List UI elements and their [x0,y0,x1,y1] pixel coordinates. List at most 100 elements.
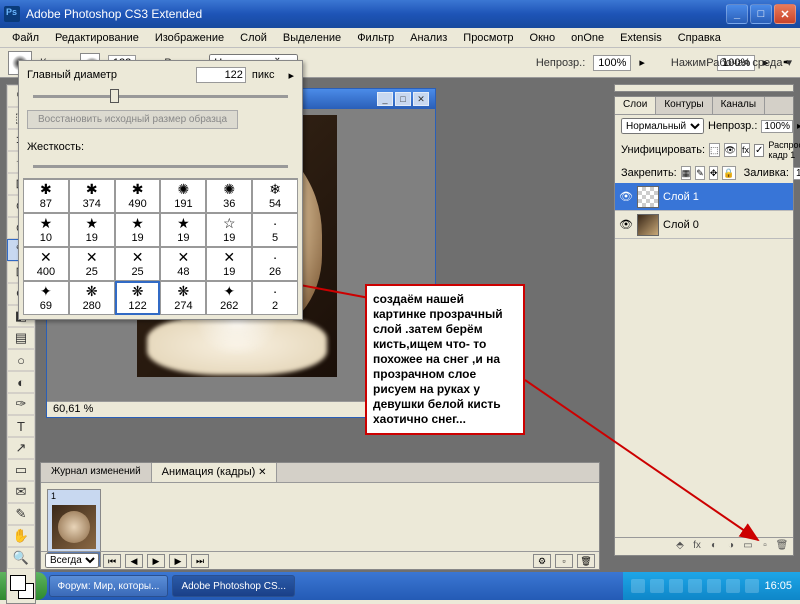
layer-opacity-value[interactable]: 100% [761,120,793,133]
panel-menu-icon[interactable]: ▸ [288,69,294,82]
hardness-slider[interactable] [33,165,288,168]
brush-preset[interactable]: ✱490 [115,179,161,213]
brush-preset[interactable]: ✕400 [23,247,69,281]
notes-tool[interactable]: ✉ [7,481,35,503]
diameter-slider[interactable] [33,95,288,98]
clock[interactable]: 16:05 [764,580,792,592]
menu-Фильтр[interactable]: Фильтр [351,30,400,46]
lock-move-icon[interactable]: ✥ [709,166,719,180]
layer-thumb[interactable] [637,186,659,208]
tray-icon[interactable] [669,579,683,593]
brush-preset[interactable]: ★19 [69,213,115,247]
brush-preset[interactable]: ★10 [23,213,69,247]
visibility-icon[interactable]: 👁 [619,190,633,203]
brush-preset[interactable]: ·2 [252,281,298,315]
taskbar-task[interactable]: Adobe Photoshop CS... [172,575,295,597]
opacity-value[interactable]: 100% [593,55,631,71]
brush-preset[interactable]: ✕25 [69,247,115,281]
unify-style-icon[interactable]: fx [741,143,750,157]
visibility-icon[interactable]: 👁 [619,218,633,231]
taskbar-task[interactable]: Форум: Мир, которы... [49,575,169,597]
delete-frame-button[interactable]: 🗑 [577,554,595,568]
menu-Изображение[interactable]: Изображение [149,30,230,46]
tray-icon[interactable] [631,579,645,593]
brush-preset[interactable]: ✱374 [69,179,115,213]
doc-minimize-button[interactable]: _ [377,92,393,106]
type-tool[interactable]: T [7,415,35,437]
minimize-button[interactable]: _ [726,4,748,24]
layer-row[interactable]: 👁 Слой 1 [615,183,793,211]
layer-thumb[interactable] [637,214,659,236]
tab-history[interactable]: Журнал изменений [41,463,152,482]
menu-onOne[interactable]: onOne [565,30,610,46]
blur-tool[interactable]: ○ [7,349,35,371]
next-frame-button[interactable]: ▶ [169,554,187,568]
lock-paint-icon[interactable]: ✎ [695,166,705,180]
restore-sample-button[interactable]: Восстановить исходный размер образца [27,110,238,129]
brush-preset[interactable]: ·5 [252,213,298,247]
menu-Просмотр[interactable]: Просмотр [457,30,519,46]
layer-group-icon[interactable]: ▭ [741,540,755,554]
lock-all-icon[interactable]: 🔒 [722,166,735,180]
layer-name[interactable]: Слой 0 [663,219,699,231]
workspace-switcher[interactable]: Рабочая среда▾ [706,56,792,69]
menu-Выделение[interactable]: Выделение [277,30,347,46]
first-frame-button[interactable]: ⏮ [103,554,121,568]
brush-preset[interactable]: ✦69 [23,281,69,315]
tab-animation[interactable]: Анимация (кадры) ✕ [152,463,278,482]
menu-Справка[interactable]: Справка [672,30,727,46]
eyedrop-tool[interactable]: ✎ [7,503,35,525]
brush-preset[interactable]: ✱87 [23,179,69,213]
path-tool[interactable]: ↗ [7,437,35,459]
new-frame-button[interactable]: ▫ [555,554,573,568]
layer-fill-value[interactable]: 100% [793,167,800,180]
layer-mask-icon[interactable]: ◐ [707,540,721,554]
brush-preset[interactable]: ★19 [115,213,161,247]
unify-vis-icon[interactable]: 👁 [724,143,737,157]
doc-maximize-button[interactable]: □ [395,92,411,106]
tray-icon[interactable] [726,579,740,593]
brush-preset[interactable]: ★19 [160,213,206,247]
prev-frame-button[interactable]: ◀ [125,554,143,568]
brush-preset[interactable]: ✺191 [160,179,206,213]
brush-preset[interactable]: ✕48 [160,247,206,281]
zoom-tool[interactable]: 🔍 [7,547,35,569]
zoom-level[interactable]: 60,61 % [53,403,93,415]
menu-Анализ[interactable]: Анализ [404,30,453,46]
adjustment-layer-icon[interactable]: ◑ [724,540,738,554]
tray-icon[interactable] [650,579,664,593]
tab-paths[interactable]: Контуры [656,97,712,114]
play-button[interactable]: ▶ [147,554,165,568]
doc-close-button[interactable]: ✕ [413,92,429,106]
layer-row[interactable]: 👁 Слой 0 [615,211,793,239]
system-tray[interactable]: 16:05 [623,572,800,600]
shape-tool[interactable]: ▭ [7,459,35,481]
diameter-input[interactable] [196,67,246,83]
tray-icon[interactable] [745,579,759,593]
tab-channels[interactable]: Каналы [713,97,766,114]
last-frame-button[interactable]: ⏭ [191,554,209,568]
menu-Extensis[interactable]: Extensis [614,30,668,46]
close-button[interactable]: ✕ [774,4,796,24]
tray-icon[interactable] [707,579,721,593]
color-swatches[interactable] [7,573,35,603]
brush-preset[interactable]: ✕25 [115,247,161,281]
hand-tool[interactable]: ✋ [7,525,35,547]
brush-preset[interactable]: ❋122 [115,281,161,315]
brush-preset[interactable]: ☆19 [206,213,252,247]
brush-preset[interactable]: ✦262 [206,281,252,315]
brush-preset[interactable]: ❋274 [160,281,206,315]
propagate-checkbox[interactable] [754,144,764,157]
layer-name[interactable]: Слой 1 [663,191,699,203]
tween-button[interactable]: ⚙ [533,554,551,568]
loop-select[interactable]: Всегда [45,553,99,568]
brush-preset[interactable]: ✕19 [206,247,252,281]
brush-preset[interactable]: ❋280 [69,281,115,315]
pen-tool[interactable]: ✑ [7,393,35,415]
dodge-tool[interactable]: ◐ [7,371,35,393]
unify-pos-icon[interactable]: ⬚ [709,143,720,157]
layer-mode-select[interactable]: Нормальный [621,118,704,134]
brush-preset[interactable]: ❄54 [252,179,298,213]
tab-layers[interactable]: Слои [615,97,656,114]
menu-Файл[interactable]: Файл [6,30,45,46]
